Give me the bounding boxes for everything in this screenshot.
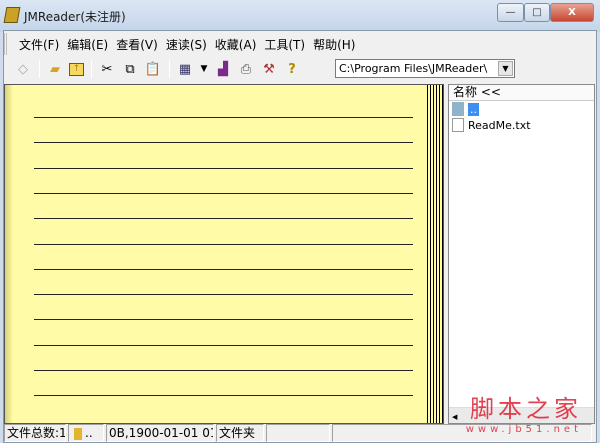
- combo-dropdown-icon[interactable]: ▼: [498, 61, 513, 76]
- status-file-type: 文件夹: [216, 424, 264, 442]
- menu-help[interactable]: 帮助(H): [313, 36, 355, 53]
- folder-icon: [74, 427, 82, 440]
- text-file-icon: [452, 118, 464, 132]
- menu-view[interactable]: 查看(V): [116, 36, 158, 53]
- status-file-count: 文件总数:1: [4, 424, 66, 442]
- toolbar-separator: [169, 60, 170, 78]
- window-title: JMReader(未注册): [24, 10, 126, 24]
- ruled-line: [34, 192, 413, 194]
- toolbar: ◇ ▰ ↑ ✂ ⧉ 📋 ▦ ▼ ▟ ⎙ ⚒ ? C:\Program Files…: [4, 57, 596, 81]
- status-folder: ..: [68, 424, 104, 442]
- menu-file[interactable]: 文件(F): [19, 36, 59, 53]
- minimize-button[interactable]: —: [497, 3, 524, 22]
- ruled-line: [34, 370, 413, 371]
- copy-icon[interactable]: ⧉: [121, 60, 139, 78]
- ruled-line: [34, 218, 413, 220]
- open-folder-icon[interactable]: ▰: [46, 60, 64, 78]
- up-folder-icon[interactable]: ↑: [69, 62, 84, 76]
- list-item[interactable]: ReadMe.txt: [449, 117, 594, 133]
- title-bar: JMReader(未注册) — □ X: [0, 0, 600, 32]
- help-icon[interactable]: ?: [283, 60, 301, 78]
- toolbar-separator: [91, 60, 92, 78]
- ruled-line: [34, 142, 413, 144]
- status-panel: [332, 424, 592, 442]
- status-panel: [266, 424, 330, 442]
- grid-icon[interactable]: ▦: [176, 60, 194, 78]
- menu-favorites[interactable]: 收藏(A): [215, 36, 257, 53]
- ruled-line: [34, 294, 413, 296]
- file-list-pane: 名称 << .. ReadMe.txt ◀: [448, 84, 595, 424]
- page-edges: [427, 85, 443, 423]
- ruled-line: [34, 117, 413, 118]
- cut-icon[interactable]: ✂: [98, 60, 116, 78]
- item-name: ..: [468, 102, 479, 116]
- paste-icon[interactable]: 📋: [144, 60, 162, 78]
- scroll-left-icon[interactable]: ◀: [449, 413, 457, 421]
- status-bar: 文件总数:1 .. 0B,1900-01-01 01:( 文件夹: [4, 424, 596, 443]
- menu-bar: 文件(F) 编辑(E) 查看(V) 速读(S) 收藏(A) 工具(T) 帮助(H…: [4, 33, 596, 55]
- list-item[interactable]: ..: [449, 101, 594, 117]
- column-header-name[interactable]: 名称 <<: [449, 85, 594, 101]
- menu-edit[interactable]: 编辑(E): [67, 36, 108, 53]
- status-file-info: 0B,1900-01-01 01:(: [106, 424, 214, 442]
- horizontal-scrollbar[interactable]: ◀: [449, 407, 594, 423]
- path-combobox[interactable]: C:\Program Files\JMReader\ ▼: [335, 59, 515, 78]
- ruled-line: [34, 344, 413, 346]
- ruled-line: [34, 395, 413, 397]
- app-client: 文件(F) 编辑(E) 查看(V) 速读(S) 收藏(A) 工具(T) 帮助(H…: [3, 30, 597, 443]
- ruled-line: [34, 319, 413, 321]
- ruled-line: [34, 243, 413, 245]
- path-value: C:\Program Files\JMReader\: [339, 62, 488, 75]
- item-name: ReadMe.txt: [468, 118, 531, 132]
- chart-icon[interactable]: ▟: [214, 60, 232, 78]
- reading-page[interactable]: [4, 84, 444, 424]
- tools-icon[interactable]: ⚒: [260, 60, 278, 78]
- dropdown-arrow-icon[interactable]: ▼: [199, 60, 209, 78]
- status-folder-name: ..: [85, 426, 93, 440]
- print-icon[interactable]: ⎙: [237, 60, 255, 78]
- folder-icon: [452, 102, 464, 116]
- menu-tools[interactable]: 工具(T): [264, 36, 305, 53]
- toolbar-separator: [39, 60, 40, 78]
- ruled-line: [34, 268, 413, 270]
- menu-speedread[interactable]: 速读(S): [166, 36, 207, 53]
- close-button[interactable]: X: [550, 3, 594, 22]
- eraser-icon[interactable]: ◇: [14, 60, 32, 78]
- app-icon: [3, 7, 21, 23]
- page-binding: [5, 85, 13, 423]
- maximize-button[interactable]: □: [524, 3, 550, 22]
- ruled-line: [34, 167, 413, 169]
